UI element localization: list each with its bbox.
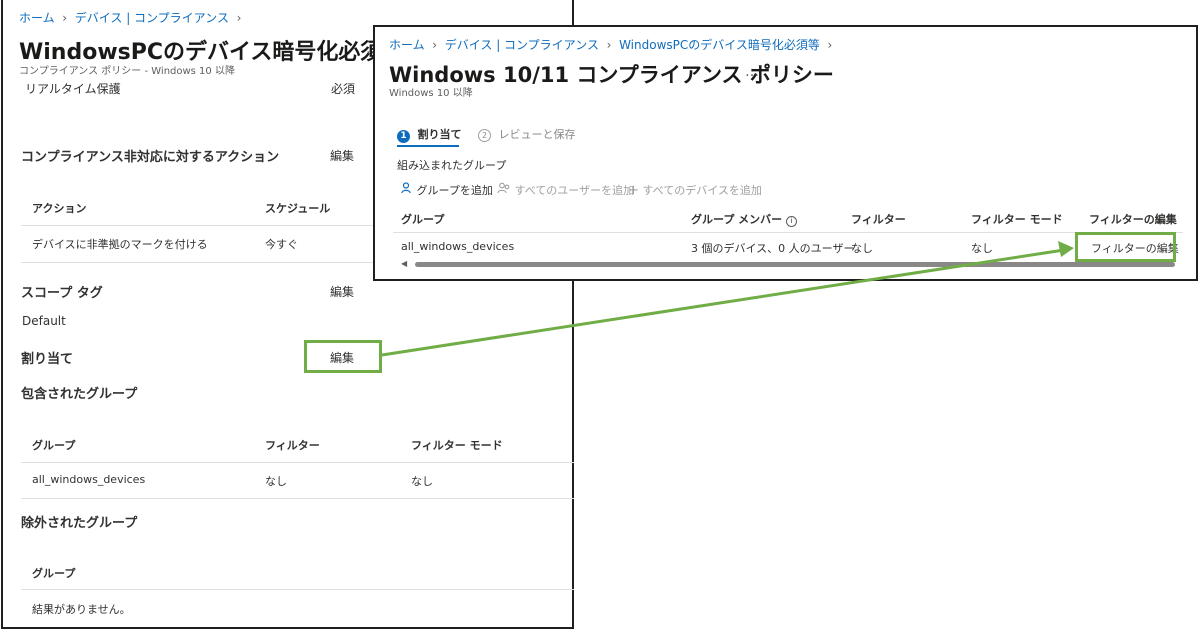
connector-arrow xyxy=(381,241,1074,357)
